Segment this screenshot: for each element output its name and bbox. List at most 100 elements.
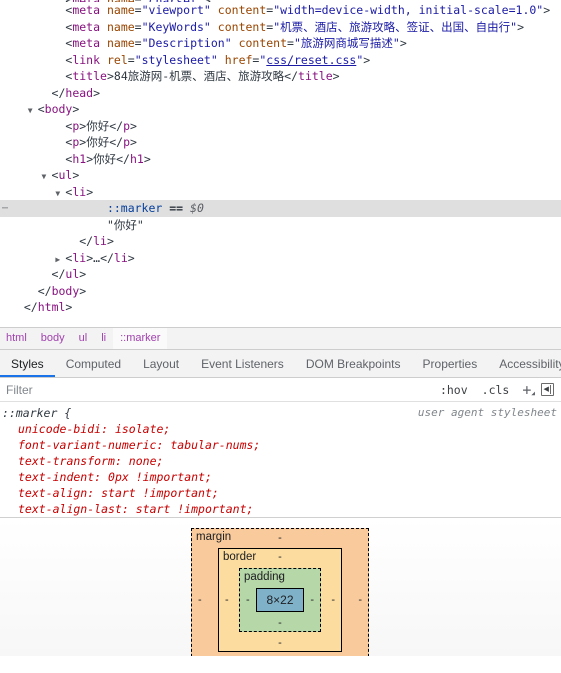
box-model-padding[interactable]: padding - - - - 8×22 (239, 568, 321, 632)
dom-token-attr: content (217, 19, 267, 34)
css-property-name[interactable]: text-align-last (18, 502, 122, 516)
dom-node-row[interactable]: <p>你好</p> (0, 134, 561, 151)
dom-tree-panel[interactable]: <meta name="charset"> <meta name="viewpo… (0, 0, 561, 327)
dom-token-tagname: h1 (72, 151, 87, 166)
border-left-value[interactable]: - (225, 594, 229, 606)
dom-node-row[interactable]: ▼ <ul> (0, 167, 561, 184)
dom-node-row[interactable]: <p>你好</p> (0, 118, 561, 135)
filter-input[interactable] (0, 379, 433, 400)
css-declaration[interactable]: unicode-bidi: isolate; (0, 421, 561, 437)
css-property-name[interactable]: font-variant-numeric (18, 438, 156, 452)
breadcrumb-item-li[interactable]: li (94, 328, 113, 349)
cls-toggle-button[interactable]: .cls (475, 379, 517, 401)
dom-token-punct: > (517, 19, 524, 34)
dom-node-row[interactable]: <meta name="KeyWords" content="机票、酒店、旅游攻… (0, 19, 561, 36)
dom-token-punct (100, 3, 107, 17)
dom-node-row[interactable]: "你好" (0, 217, 561, 234)
tab-computed[interactable]: Computed (55, 350, 132, 377)
dom-token-tagname: li (113, 250, 128, 265)
css-property-value[interactable]: 0px !important; (108, 470, 212, 484)
css-declaration[interactable]: text-align: start !important; (0, 485, 561, 501)
dom-node-row[interactable]: </head> (0, 85, 561, 102)
dom-node-row[interactable]: ▼ <body> (0, 101, 561, 118)
css-property-value[interactable]: start !important; (136, 502, 254, 516)
css-declaration[interactable]: font-variant-numeric: tabular-nums; (0, 437, 561, 453)
margin-left-value[interactable]: - (198, 594, 202, 606)
padding-top-value[interactable]: - (240, 571, 320, 583)
border-top-value[interactable]: - (219, 551, 341, 563)
breadcrumb-item-html[interactable]: html (0, 328, 34, 349)
box-model-margin[interactable]: margin - - - - border - - - - padding - … (191, 528, 369, 656)
css-property-name[interactable]: unicode-bidi (18, 422, 101, 436)
breadcrumb-item-body[interactable]: body (34, 328, 72, 349)
dom-node-row[interactable]: <meta name="Description" content="旅游网商城写… (0, 35, 561, 52)
css-colon: : (114, 454, 129, 468)
dom-token-pseudo: ::marker (106, 201, 163, 215)
dom-token-punct: > (72, 102, 80, 116)
dom-node-row[interactable]: <h1>你好</h1> (0, 151, 561, 168)
css-property-name[interactable]: text-align (18, 486, 87, 500)
margin-top-value[interactable]: - (192, 532, 368, 544)
css-property-value[interactable]: isolate; (115, 422, 170, 436)
dom-token-attrval: "viewport" (141, 3, 211, 17)
css-colon: : (156, 438, 171, 452)
padding-right-value[interactable]: - (310, 594, 314, 606)
padding-left-value[interactable]: - (246, 594, 250, 606)
tab-layout[interactable]: Layout (132, 350, 190, 377)
margin-right-value[interactable]: - (358, 594, 362, 606)
box-model-border[interactable]: border - - - - padding - - - - 8×22 (218, 548, 342, 652)
css-property-name[interactable]: text-transform (18, 454, 115, 468)
dom-token-tagname: ul (65, 267, 80, 281)
css-property-value[interactable]: tabular-nums; (170, 438, 260, 452)
dom-token-attr: name (106, 36, 135, 50)
toggle-computed-sidebar-button[interactable]: ◀ (541, 383, 554, 396)
breadcrumb: html body ul li::marker (0, 327, 561, 349)
dom-node-row[interactable]: </body> (0, 283, 561, 300)
tab-properties[interactable]: Properties (412, 350, 489, 377)
dom-node-row[interactable]: </ul> (0, 266, 561, 283)
dom-node-row-selected[interactable]: ⋯ ::marker == $0 (0, 200, 561, 217)
css-property-value[interactable]: start !important; (101, 486, 219, 500)
dom-token-tagname: h1 (129, 151, 144, 166)
css-property-name[interactable]: text-indent (18, 470, 94, 484)
dom-token-attrval: "Description" (141, 36, 232, 50)
dom-node-row[interactable]: ▼ <li> (0, 184, 561, 201)
dom-node-row[interactable]: </html> (0, 299, 561, 316)
tab-dom-breakpoints[interactable]: DOM Breakpoints (295, 350, 412, 377)
border-bottom-value[interactable]: - (219, 637, 341, 649)
node-badge-icon: ⋯ (2, 203, 10, 214)
dom-node-row[interactable]: <link rel="stylesheet" href="css/reset.c… (0, 52, 561, 69)
tab-accessibility[interactable]: Accessibility (488, 350, 561, 377)
plus-icon: + (522, 380, 532, 399)
dom-token-punct: </ (51, 267, 66, 281)
dom-token-punct: > (79, 267, 87, 281)
new-style-rule-button[interactable]: + ◢ (516, 379, 537, 401)
dom-node-row[interactable]: <meta name="viewport" content="width=dev… (0, 2, 561, 19)
dom-token-punct (100, 53, 107, 67)
dom-token-punct: > (106, 69, 114, 83)
box-model-content[interactable]: 8×22 (256, 588, 304, 612)
rule-header: ::marker {user agent stylesheet (0, 405, 561, 421)
css-declaration[interactable]: text-indent: 0px !important; (0, 469, 561, 485)
dom-token-punct: </ (79, 234, 94, 248)
css-declaration[interactable]: text-align-last: start !important; (0, 501, 561, 517)
breadcrumb-item-marker[interactable]: ::marker (113, 328, 168, 349)
padding-bottom-value[interactable]: - (240, 617, 320, 629)
dom-token-link[interactable]: css/reset.css (266, 53, 356, 67)
css-declaration[interactable]: text-transform: none; (0, 453, 561, 469)
dom-node-row[interactable]: ▶ <li>…</li> (0, 250, 561, 267)
dom-node-row[interactable]: <title>84旅游网-机票、酒店、旅游攻略</title> (0, 68, 561, 85)
border-right-value[interactable]: - (331, 594, 335, 606)
hov-toggle-button[interactable]: :hov (433, 379, 475, 401)
rule-selector[interactable]: ::marker { (2, 405, 71, 421)
dom-token-punct: </ (109, 118, 124, 133)
tab-styles[interactable]: Styles (0, 350, 55, 377)
css-property-value[interactable]: none; (129, 454, 164, 468)
tab-event-listeners[interactable]: Event Listeners (190, 350, 295, 377)
breadcrumb-item-ul[interactable]: ul (72, 328, 95, 349)
dom-node-row[interactable]: </li> (0, 233, 561, 250)
